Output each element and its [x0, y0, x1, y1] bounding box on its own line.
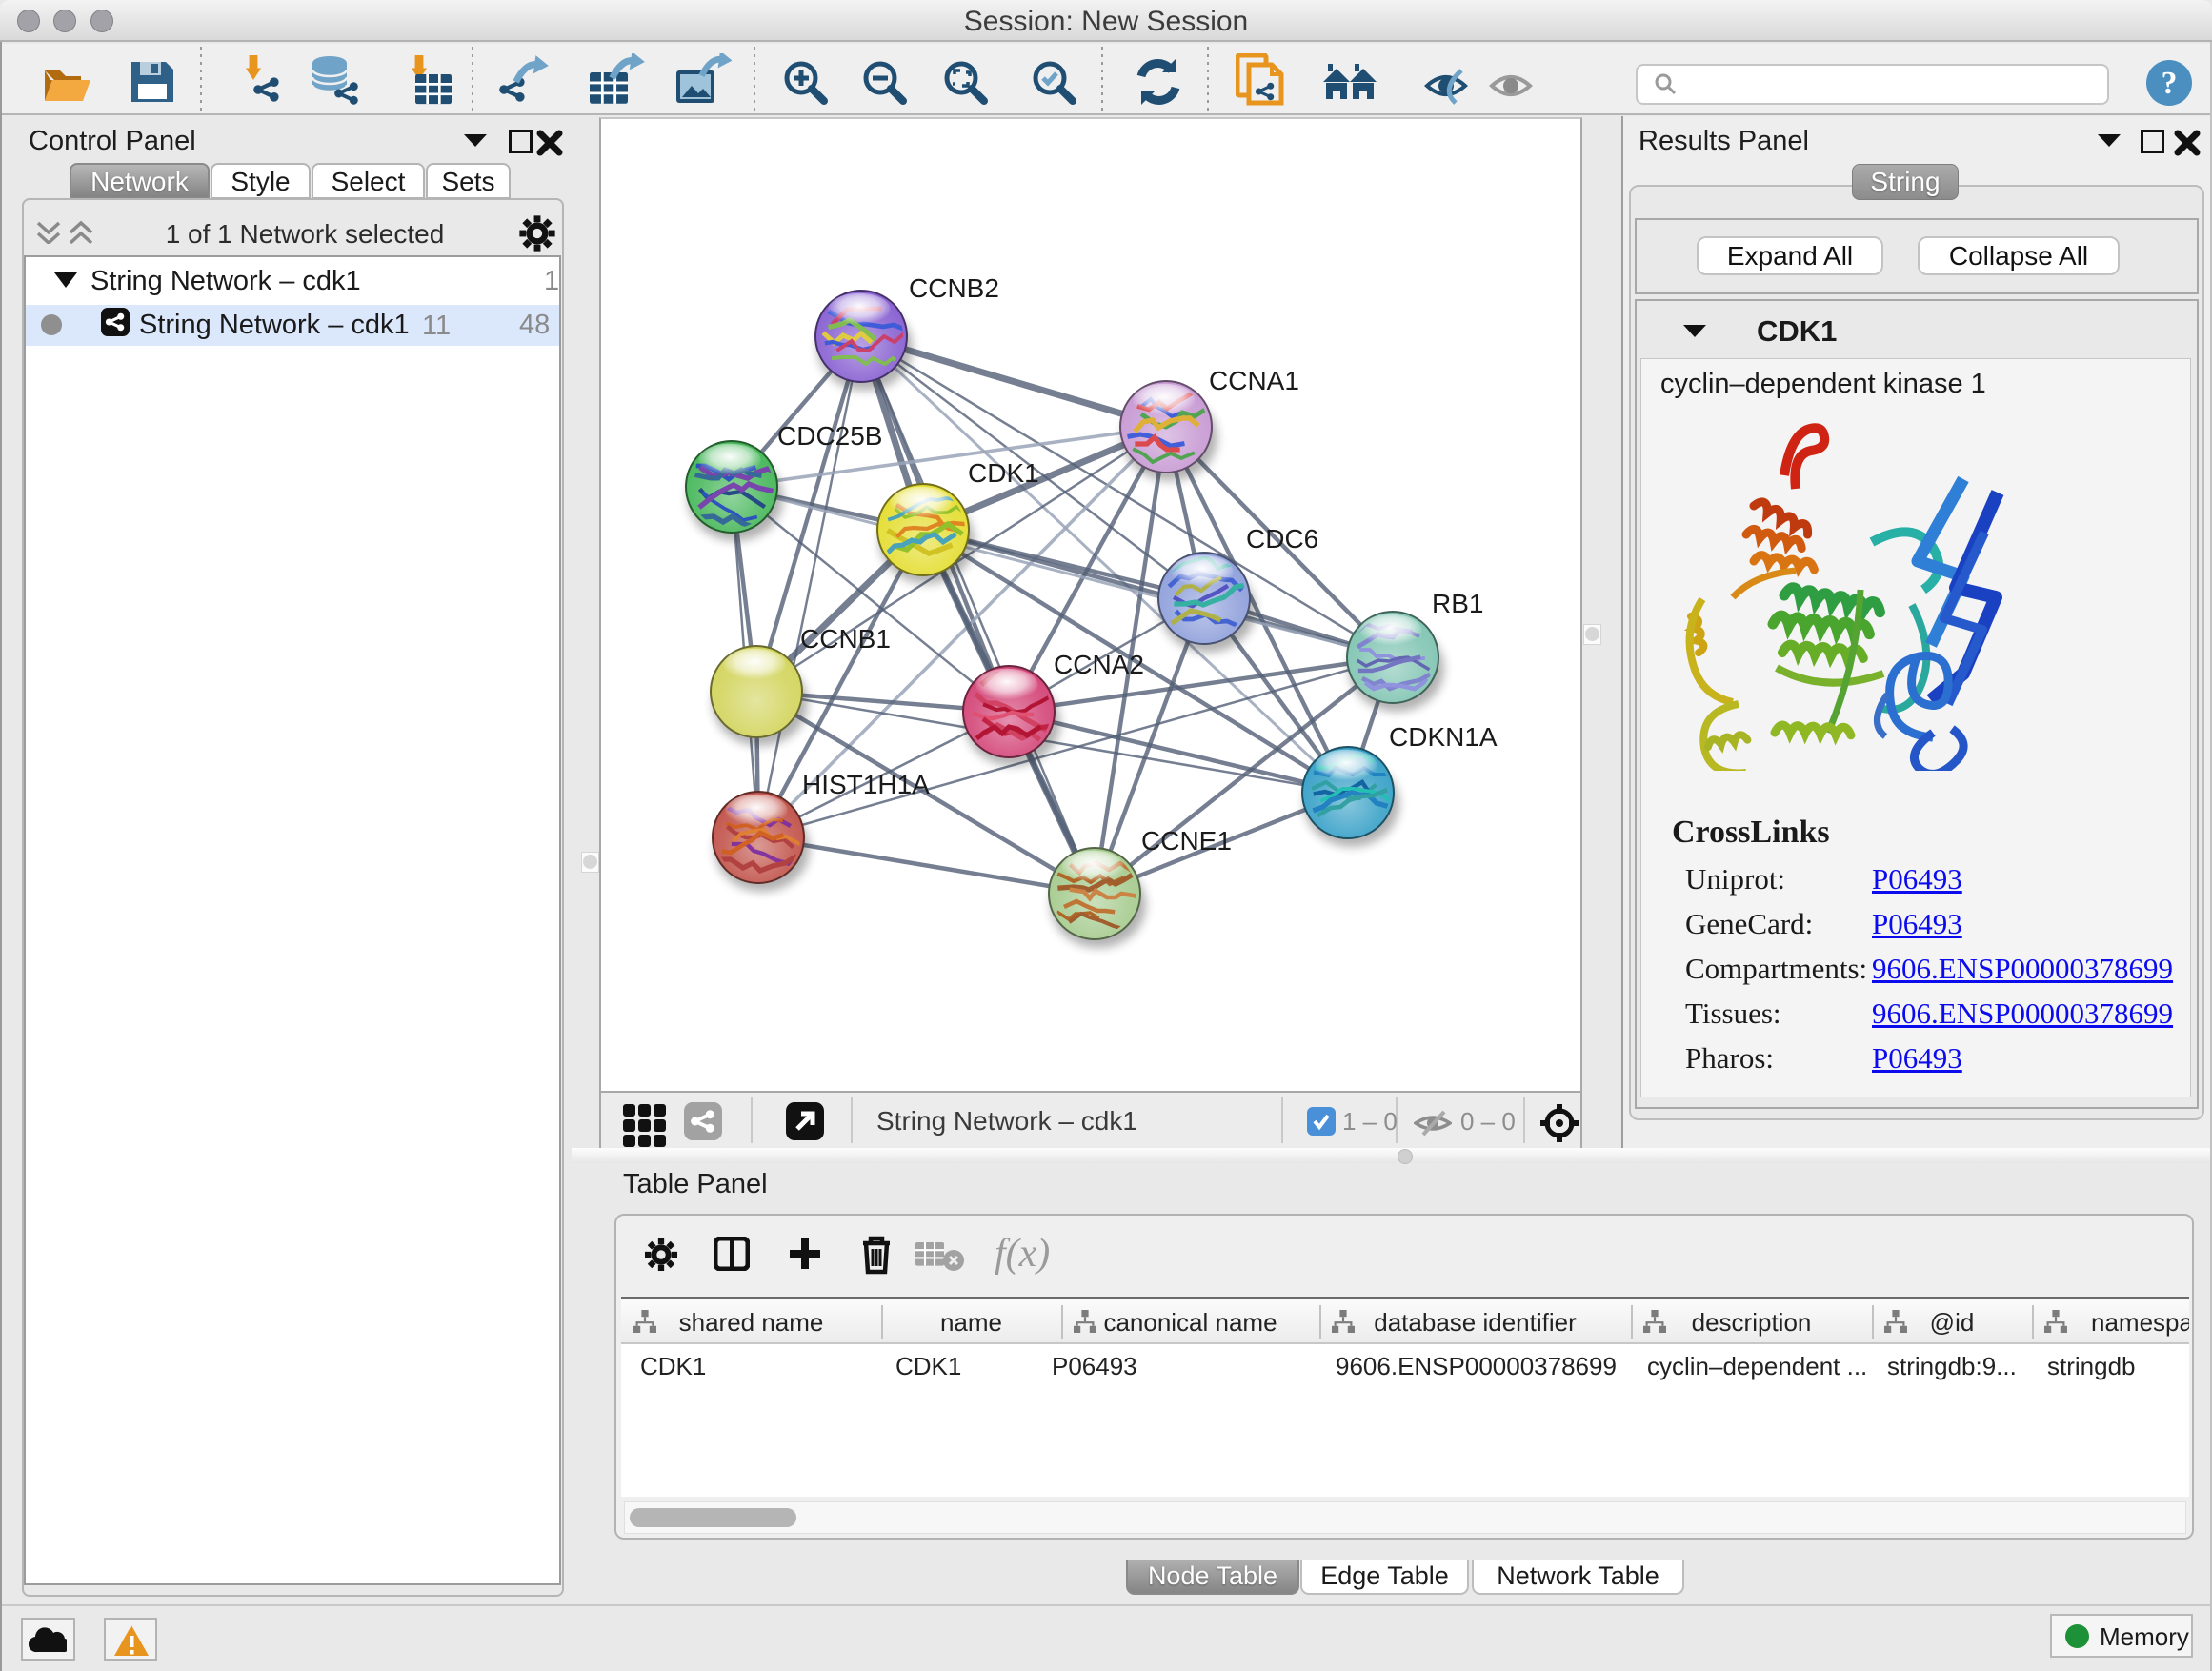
svg-text:RB1: RB1: [1432, 589, 1483, 618]
svg-text:CCNB1: CCNB1: [800, 624, 891, 654]
svg-text:CDKN1A: CDKN1A: [1389, 722, 1498, 752]
svg-text:CDK1: CDK1: [968, 458, 1039, 488]
svg-text:CCNE1: CCNE1: [1141, 826, 1232, 856]
svg-text:CDC25B: CDC25B: [777, 421, 882, 451]
svg-text:CCNB2: CCNB2: [909, 273, 999, 303]
svg-text:CCNA2: CCNA2: [1054, 650, 1144, 679]
svg-text:?: ?: [2162, 66, 2178, 101]
svg-text:CCNA1: CCNA1: [1209, 366, 1299, 395]
svg-text:CDC6: CDC6: [1246, 524, 1318, 554]
svg-text:HIST1H1A: HIST1H1A: [802, 770, 930, 799]
